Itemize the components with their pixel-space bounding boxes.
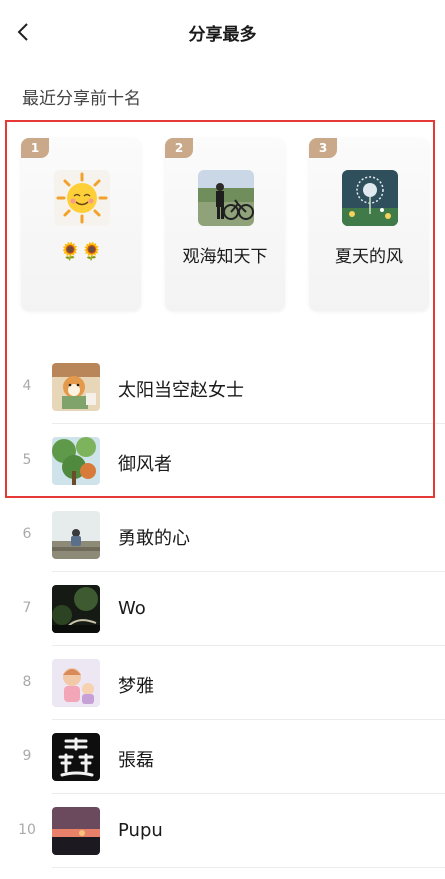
seated-figure-avatar-icon — [52, 511, 100, 559]
user-name: Wo — [118, 598, 146, 619]
list-item[interactable]: 10 Pupu — [0, 794, 445, 868]
rank-number: 5 — [22, 452, 32, 468]
list-item[interactable]: 7 Wo — [0, 572, 445, 646]
nav-header: 分享最多 — [0, 0, 445, 64]
user-name: 勇敢的心 — [118, 528, 190, 549]
sunset-avatar-icon — [52, 807, 100, 855]
dandelion-avatar-icon — [342, 170, 398, 226]
card-name: 🌻🌻 — [59, 242, 103, 262]
list-item[interactable]: 4 太阳当空赵女士 — [0, 350, 445, 424]
list-item[interactable]: 5 御风者 — [0, 424, 445, 498]
top-card-3[interactable]: 3 夏天的风 — [309, 138, 429, 311]
user-name: 梦雅 — [118, 676, 154, 697]
rank-badge: 1 — [21, 138, 49, 158]
divider — [52, 867, 445, 868]
user-name: 張磊 — [118, 750, 154, 771]
rank-number: 7 — [22, 600, 32, 616]
user-name: Pupu — [118, 820, 163, 841]
card-name: 夏天的风 — [335, 247, 403, 267]
list-item[interactable]: 6 勇敢的心 — [0, 498, 445, 572]
rank-number: 10 — [18, 822, 36, 838]
calligraphy-avatar-icon — [52, 733, 100, 781]
rank-badge: 3 — [309, 138, 337, 158]
cartoon-girl-avatar-icon — [52, 659, 100, 707]
user-name: 御风者 — [118, 454, 172, 475]
rank-number: 9 — [22, 748, 32, 764]
list-item[interactable]: 8 梦雅 — [0, 646, 445, 720]
rank-badge: 2 — [165, 138, 193, 158]
section-label: 最近分享前十名 — [22, 89, 141, 109]
rank-number: 8 — [22, 674, 32, 690]
dark-forest-avatar-icon — [52, 585, 100, 633]
rank-number: 4 — [22, 378, 32, 394]
top-card-2[interactable]: 2 观海知天下 — [165, 138, 285, 311]
user-name: 太阳当空赵女士 — [118, 380, 244, 401]
tree-leaves-avatar-icon — [52, 437, 100, 485]
rank-number: 6 — [22, 526, 32, 542]
list-item[interactable]: 9 張磊 — [0, 720, 445, 794]
shiba-dog-avatar-icon — [52, 363, 100, 411]
card-name: 观海知天下 — [182, 247, 268, 267]
person-bicycle-avatar-icon — [198, 170, 254, 226]
page-title: 分享最多 — [188, 25, 257, 45]
top-card-1[interactable]: 1 🌻🌻 — [21, 138, 141, 311]
sun-avatar-icon — [54, 170, 110, 226]
